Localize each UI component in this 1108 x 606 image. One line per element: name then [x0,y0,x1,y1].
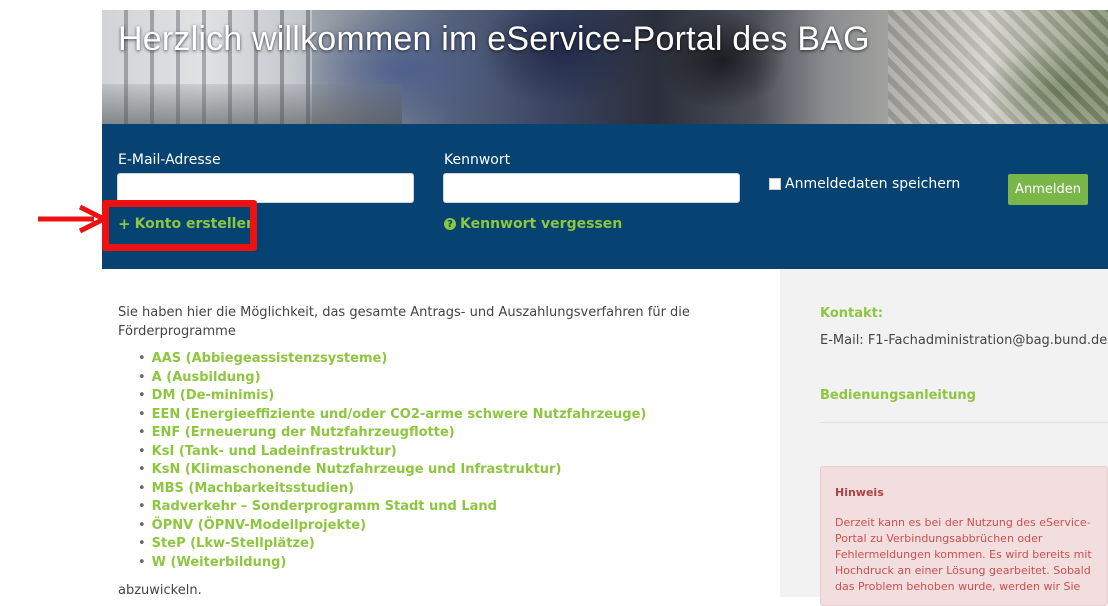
password-label: Kennwort [444,152,511,168]
remember-label: Anmeldedaten speichern [785,176,961,192]
program-list: • AAS (Abbiegeassistenzsysteme) • A (Ausbi… [138,350,646,572]
bullet-icon: • [138,462,146,477]
alert-text: Derzeit kann es bei der Nutzung des eSer… [835,516,1092,593]
remember-checkbox[interactable]: Anmeldedaten speichern [769,176,960,192]
list-item[interactable]: • ÖPNV (ÖPNV-Modellprojekte) [138,517,646,536]
program-link[interactable]: DM (De-minimis) [152,388,275,403]
program-link[interactable]: AAS (Abbiegeassistenzsysteme) [152,351,388,366]
list-item[interactable]: • KsI (Tank- und Ladeinfrastruktur) [138,443,646,462]
intro-text: Sie haben hier die Möglichkeit, das gesa… [118,305,690,339]
bullet-icon: • [138,388,146,403]
list-item[interactable]: • W (Weiterbildung) [138,554,646,573]
bullet-icon: • [138,443,146,459]
program-link[interactable]: W (Weiterbildung) [152,555,287,570]
contact-heading: Kontakt: [820,306,884,321]
program-link[interactable]: Radverkehr – Sonderprogramm Stadt und La… [152,499,497,514]
list-item[interactable]: • SteP (Lkw-Stellplätze) [138,535,646,554]
list-item[interactable]: • AAS (Abbiegeassistenzsysteme) [138,350,646,369]
pavement-image-area [102,84,402,124]
program-link[interactable]: EEN (Energieeffiziente und/oder CO2-arme… [152,407,647,422]
program-link[interactable]: A (Ausbildung) [152,370,261,385]
login-button[interactable]: Anmelden [1008,174,1088,205]
outro-text: abzuwickeln. [118,583,202,598]
forgot-password-link[interactable]: ? Kennwort vergessen [444,216,622,232]
notice-alert: Hinweis Derzeit kann es bei der Nutzung … [820,466,1108,606]
program-link[interactable]: SteP (Lkw-Stellplätze) [152,536,315,551]
cobblestone-image-area [888,10,1108,124]
bullet-icon: • [138,536,146,551]
bullet-icon: • [138,554,146,570]
program-link[interactable]: ÖPNV (ÖPNV-Modellprojekte) [152,518,366,533]
forgot-password-label: Kennwort vergessen [460,216,623,232]
program-link[interactable]: MBS (Machbarkeitsstudien) [152,481,354,496]
list-item[interactable]: • A (Ausbildung) [138,369,646,388]
email-label: E-Mail-Adresse [118,152,221,168]
page-title: Herzlich willkommen im eService-Portal d… [118,20,870,58]
bullet-icon: • [138,425,146,440]
divider [820,422,1108,423]
list-item[interactable]: • Radverkehr – Sonderprogramm Stadt und L… [138,498,646,517]
bullet-icon: • [138,480,146,496]
bullet-icon: • [138,369,146,385]
question-circle-icon: ? [444,218,456,230]
program-link[interactable]: KsI (Tank- und Ladeinfrastruktur) [152,444,397,459]
list-item[interactable]: • EEN (Energieeffiziente und/oder CO2-arm… [138,406,646,425]
list-item[interactable]: • KsN (Klimaschonende Nutzfahrzeuge und I… [138,461,646,480]
bullet-icon: • [138,406,146,422]
list-item[interactable]: • DM (De-minimis) [138,387,646,406]
checkbox-icon[interactable] [769,178,781,190]
program-link[interactable]: ENF (Erneuerung der Nutzfahrzeugflotte) [152,425,455,440]
annotation-highlight-box [102,200,257,251]
bullet-icon: • [138,499,146,514]
bullet-icon: • [138,351,146,366]
manual-link[interactable]: Bedienungsanleitung [820,388,976,403]
program-link[interactable]: KsN (Klimaschonende Nutzfahrzeuge und In… [152,462,562,477]
password-input[interactable] [443,173,740,203]
bullet-icon: • [138,517,146,533]
list-item[interactable]: • ENF (Erneuerung der Nutzfahrzeugflotte) [138,424,646,443]
alert-title: Hinweis [835,486,884,499]
email-input[interactable] [117,173,414,203]
list-item[interactable]: • MBS (Machbarkeitsstudien) [138,480,646,499]
annotation-arrow-icon [38,204,108,234]
contact-email[interactable]: E-Mail: F1-Fachadministration@bag.bund.d… [820,333,1107,348]
